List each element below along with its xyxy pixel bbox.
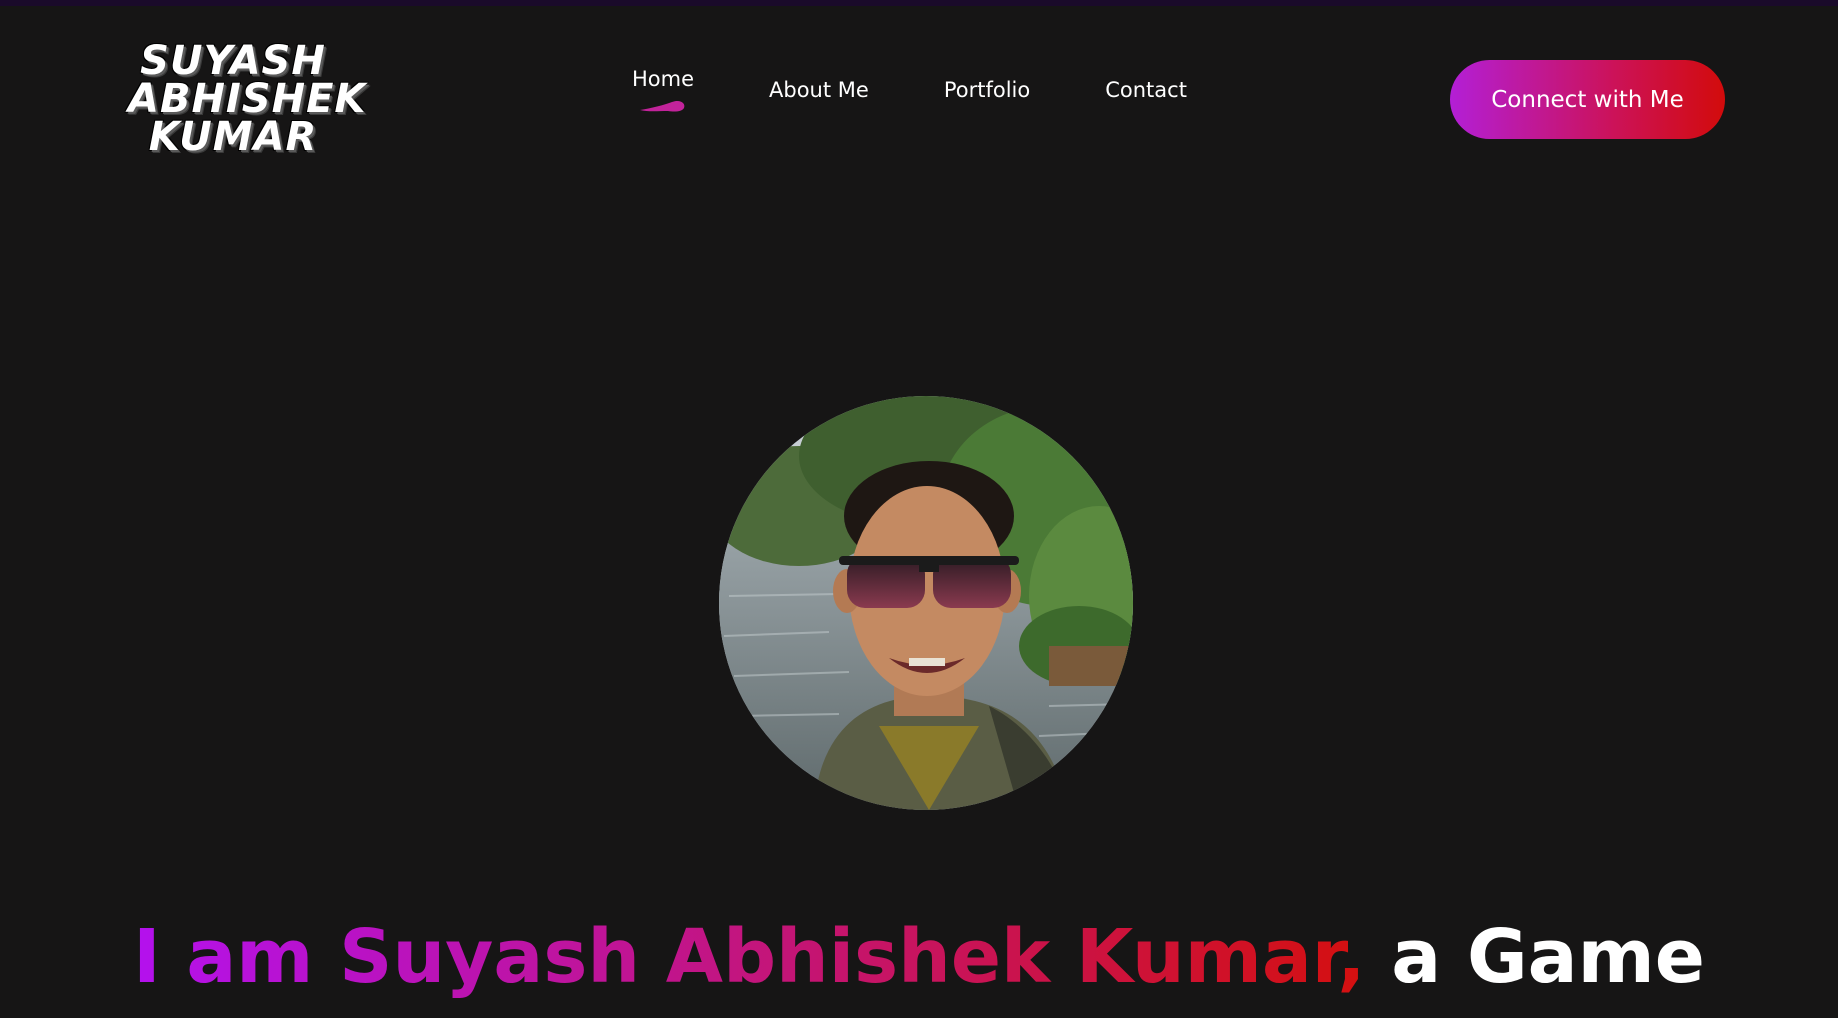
nav-item-contact[interactable]: Contact	[1105, 78, 1187, 102]
swoosh-indicator-icon	[640, 100, 685, 112]
hero-headline-name: I am Suyash Abhishek Kumar,	[133, 914, 1366, 1000]
nav-item-home-label: Home	[632, 67, 695, 91]
logo-line-3: KUMAR	[148, 114, 318, 160]
logo-line-2: ABHISHEK	[128, 76, 367, 122]
nav-item-about[interactable]: About Me	[769, 78, 869, 102]
nav-item-portfolio[interactable]: Portfolio	[944, 78, 1030, 102]
profile-photo	[719, 396, 1133, 810]
profile-photo-image	[719, 396, 1133, 810]
logo-line-1: SUYASH	[140, 38, 326, 84]
connect-with-me-button[interactable]: Connect with Me	[1450, 60, 1725, 139]
site-logo[interactable]: SUYASH ABHISHEK KUMAR	[128, 38, 367, 160]
hero-headline-role: a Game	[1365, 914, 1705, 1000]
main-nav: Home About Me Portfolio Contact	[632, 67, 1262, 122]
nav-item-home[interactable]: Home	[632, 67, 695, 112]
top-strip	[0, 0, 1838, 6]
hero-headline: I am Suyash Abhishek Kumar, a Game	[0, 912, 1838, 1002]
